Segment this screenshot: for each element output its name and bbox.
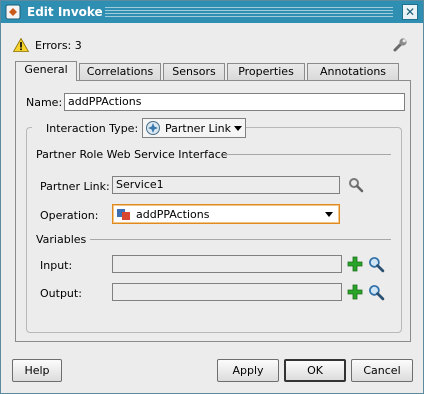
name-input[interactable]: addPPActions [64, 93, 405, 111]
errors-indicator[interactable]: Errors: 3 [13, 38, 82, 52]
input-variable-field[interactable] [112, 255, 342, 273]
errors-text: Errors: 3 [35, 38, 82, 52]
operation-select[interactable]: addPPActions [112, 204, 340, 224]
interaction-type-label: Interaction Type: [32, 122, 153, 135]
window-title: Edit Invoke [27, 5, 103, 19]
chevron-down-icon [234, 126, 242, 131]
partner-link-label: Partner Link: [40, 180, 110, 193]
wrench-icon[interactable] [392, 37, 408, 53]
edit-invoke-dialog: Edit Invoke ✕ Errors: 3 General Correlat… [0, 0, 424, 394]
app-icon [5, 4, 21, 20]
partner-role-heading: Partner Role Web Service Interface [36, 148, 228, 161]
cancel-button[interactable]: Cancel [351, 359, 413, 382]
name-label: Name: [26, 96, 63, 109]
variables-heading: Variables [36, 233, 87, 246]
partner-role-separator [225, 154, 391, 155]
search-icon[interactable] [348, 177, 364, 193]
title-bar[interactable]: Edit Invoke ✕ [1, 1, 423, 23]
ok-button[interactable]: OK [284, 359, 346, 382]
tab-annotations[interactable]: Annotations [307, 63, 399, 80]
tab-general[interactable]: General [15, 61, 77, 81]
interaction-type-value: Partner Link [165, 121, 231, 135]
operation-value: addPPActions [136, 207, 210, 221]
tab-sensors[interactable]: Sensors [163, 63, 225, 80]
interaction-type-select[interactable]: Partner Link [142, 118, 246, 138]
input-label: Input: [40, 259, 73, 272]
search-icon[interactable] [368, 284, 385, 301]
close-icon: ✕ [404, 5, 416, 19]
apply-button[interactable]: Apply [217, 359, 279, 382]
tab-properties[interactable]: Properties [227, 63, 305, 80]
partner-link-icon [146, 121, 160, 135]
general-panel: Name: addPPActions Interaction Type: Par… [15, 80, 411, 342]
tab-correlations[interactable]: Correlations [79, 63, 161, 80]
chevron-down-icon [325, 212, 333, 217]
variables-separator [90, 239, 391, 240]
operation-label: Operation: [40, 209, 99, 222]
help-button[interactable]: Help [12, 359, 62, 382]
operation-icon [117, 209, 130, 220]
output-label: Output: [40, 287, 82, 300]
add-icon[interactable] [347, 284, 363, 300]
add-icon[interactable] [347, 256, 363, 272]
search-icon[interactable] [368, 256, 385, 273]
title-bar-stripes [105, 7, 393, 17]
partner-link-field: Service1 [112, 176, 340, 194]
close-button[interactable]: ✕ [402, 4, 418, 20]
warning-icon [13, 38, 29, 52]
output-variable-field[interactable] [112, 283, 342, 301]
